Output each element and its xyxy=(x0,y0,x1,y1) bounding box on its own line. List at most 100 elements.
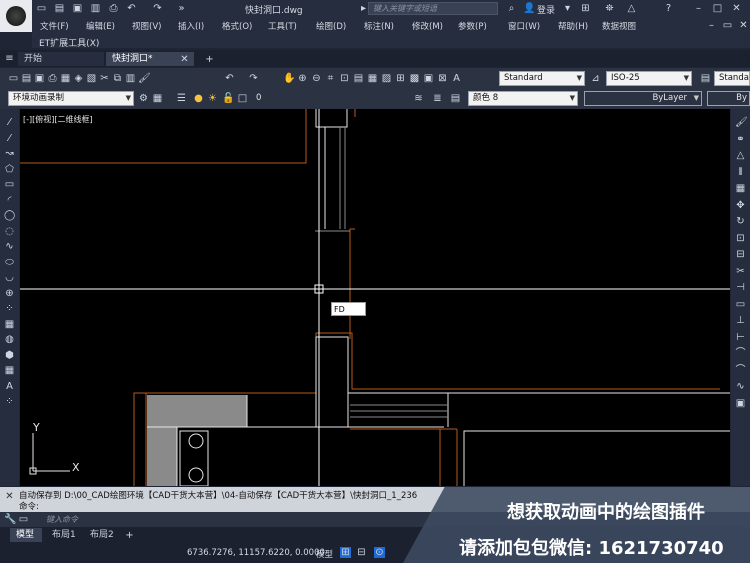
toolbar-button-icon[interactable]: ◈ xyxy=(73,73,84,84)
modify-tool-icon[interactable]: ⊢ xyxy=(735,332,746,343)
a360-icon[interactable]: ⛯ xyxy=(604,3,615,14)
menu-et-tools[interactable]: ET扩展工具(X) xyxy=(39,36,99,49)
toolbar-button-icon[interactable]: ▣ xyxy=(34,73,45,84)
lock-icon[interactable]: 🔓 xyxy=(222,93,234,104)
toolbar-button-icon[interactable]: ▭ xyxy=(8,73,19,84)
dim-style-select[interactable]: ISO-25 ▼ xyxy=(606,71,692,86)
toolbar-button-icon[interactable]: ⊕ xyxy=(297,73,308,84)
grid-icon[interactable]: ⊞ xyxy=(340,547,351,558)
toolbar-button-icon[interactable]: A xyxy=(451,73,462,84)
app-logo[interactable] xyxy=(0,0,32,32)
command-input[interactable]: 键入命令 xyxy=(46,514,78,525)
draw-tool-icon[interactable]: ⁘ xyxy=(4,396,15,407)
toolbar-button-icon[interactable]: ▦ xyxy=(367,73,378,84)
draw-tool-icon[interactable]: ⊕ xyxy=(4,288,15,299)
draw-tool-icon[interactable]: ⬭ xyxy=(4,257,15,268)
wrench-icon[interactable]: 🔧 xyxy=(4,514,16,525)
bulb-icon[interactable]: ● xyxy=(193,93,204,104)
drawing-canvas[interactable]: [-][俯视][二维线框] Y X FD xyxy=(20,109,730,486)
toolbar-button-icon[interactable]: ▤ xyxy=(700,73,711,84)
modify-tool-icon[interactable]: ⊡ xyxy=(735,233,746,244)
workspace-icon[interactable]: ▦ xyxy=(152,93,163,104)
draw-tool-icon[interactable]: ◡ xyxy=(4,272,15,283)
previous-layer-icon[interactable]: ▤ xyxy=(450,93,461,104)
menu-item[interactable]: 编辑(E) xyxy=(86,20,115,32)
toolbar-button-icon[interactable]: ▧ xyxy=(86,73,97,84)
toolbar-button-icon[interactable]: ▤ xyxy=(353,73,364,84)
modify-tool-icon[interactable]: 🖌 xyxy=(735,117,748,128)
app-store-icon[interactable]: △ xyxy=(626,3,637,14)
open-file-icon[interactable]: ▤ xyxy=(54,3,65,14)
draw-tool-icon[interactable]: ▦ xyxy=(4,365,15,376)
workspace-select[interactable]: 环境动画录制 ▼ xyxy=(8,91,134,106)
toolbar-button-icon[interactable]: ✂ xyxy=(99,73,110,84)
coordinates-readout[interactable]: 6736.7276, 11157.6220, 0.0000 xyxy=(187,548,325,558)
toolbar-button-icon[interactable]: 🖌 xyxy=(138,73,151,84)
minimize-icon[interactable]: – xyxy=(693,3,704,14)
draw-tool-icon[interactable]: ⬢ xyxy=(4,350,15,361)
modify-tool-icon[interactable]: ▣ xyxy=(735,398,746,409)
toolbar-button-icon[interactable]: ⊿ xyxy=(590,73,601,84)
menu-item[interactable]: 数据视图 xyxy=(602,20,636,32)
toolbar-button-icon[interactable]: ↶ xyxy=(224,73,235,84)
toolbar-button-icon[interactable]: ▣ xyxy=(423,73,434,84)
lineweight-select[interactable]: By xyxy=(707,91,750,106)
toolbar-button-icon[interactable]: ⎙ xyxy=(47,73,58,84)
modify-tool-icon[interactable]: ▭ xyxy=(735,299,746,310)
menu-item[interactable]: 参数(P) xyxy=(458,20,487,32)
toolbar-button-icon[interactable]: ▥ xyxy=(125,73,136,84)
dropdown-icon[interactable]: ▾ xyxy=(562,3,573,14)
help-icon[interactable]: ? xyxy=(663,3,674,14)
close-icon[interactable]: ✕ xyxy=(731,3,742,14)
save-icon[interactable]: ▣ xyxy=(72,3,83,14)
menu-item[interactable]: 文件(F) xyxy=(40,20,69,32)
draw-tool-icon[interactable]: ◌ xyxy=(4,226,15,237)
modify-tool-icon[interactable]: ⊥ xyxy=(735,315,746,326)
viewport-label[interactable]: [-][俯视][二维线框] xyxy=(23,114,93,125)
more-icon[interactable]: » xyxy=(176,3,187,14)
menu-item[interactable]: 帮助(H) xyxy=(558,20,588,32)
maximize-icon[interactable]: □ xyxy=(712,3,723,14)
model-space-button[interactable]: 模型 xyxy=(316,548,333,560)
toolbar-button-icon[interactable]: ↷ xyxy=(248,73,259,84)
modify-tool-icon[interactable]: ⌒ xyxy=(735,365,746,376)
layer-properties-icon[interactable]: ☰ xyxy=(176,93,187,104)
modify-tool-icon[interactable]: ⊟ xyxy=(735,249,746,260)
modify-tool-icon[interactable]: ⊣ xyxy=(735,282,746,293)
modify-tool-icon[interactable]: ▦ xyxy=(735,183,746,194)
draw-tool-icon[interactable]: ◍ xyxy=(4,334,15,345)
add-layout-icon[interactable]: + xyxy=(124,530,135,541)
make-current-icon[interactable]: ≋ xyxy=(413,93,424,104)
menu-close-icon[interactable]: ✕ xyxy=(738,20,749,31)
gear-icon[interactable]: ⚙ xyxy=(138,93,149,104)
draw-tool-icon[interactable]: ↝ xyxy=(4,148,15,159)
modify-tool-icon[interactable]: ⚭ xyxy=(735,134,746,145)
draw-tool-icon[interactable]: ▦ xyxy=(4,319,15,330)
search-input[interactable]: 键入关键字或短语 xyxy=(368,2,498,15)
user-icon[interactable]: 👤 xyxy=(523,3,535,14)
toolbar-button-icon[interactable]: ▦ xyxy=(60,73,71,84)
toolbar-button-icon[interactable]: ▨ xyxy=(381,73,392,84)
search-icon[interactable]: ⌕ xyxy=(506,3,517,14)
menu-item[interactable]: 修改(M) xyxy=(412,20,443,32)
match-layer-icon[interactable]: ≣ xyxy=(432,93,443,104)
toolbar-button-icon[interactable]: ▤ xyxy=(21,73,32,84)
layer-select[interactable]: 0 xyxy=(251,91,409,106)
redo-icon[interactable]: ↷ xyxy=(152,3,163,14)
modify-tool-icon[interactable]: △ xyxy=(735,150,746,161)
linetype-select[interactable]: ByLayer ▼ xyxy=(584,91,702,106)
table-style-select[interactable]: Standa xyxy=(714,71,750,86)
draw-tool-icon[interactable]: ⁘ xyxy=(4,303,15,314)
layout-tab-model[interactable]: 模型 xyxy=(10,528,42,542)
toolbar-button-icon[interactable]: ⊠ xyxy=(437,73,448,84)
toolbar-button-icon[interactable]: ⊞ xyxy=(395,73,406,84)
menu-item[interactable]: 标注(N) xyxy=(364,20,394,32)
draw-tool-icon[interactable]: A xyxy=(4,381,15,392)
draw-tool-icon[interactable]: ▭ xyxy=(4,179,15,190)
save-as-icon[interactable]: ▥ xyxy=(90,3,101,14)
modify-tool-icon[interactable]: ⌒ xyxy=(735,348,746,359)
draw-tool-icon[interactable]: ◯ xyxy=(4,210,15,221)
modify-tool-icon[interactable]: ∿ xyxy=(735,381,746,392)
ortho-icon[interactable]: ⊙ xyxy=(374,547,385,558)
menu-item[interactable]: 绘图(D) xyxy=(316,20,346,32)
